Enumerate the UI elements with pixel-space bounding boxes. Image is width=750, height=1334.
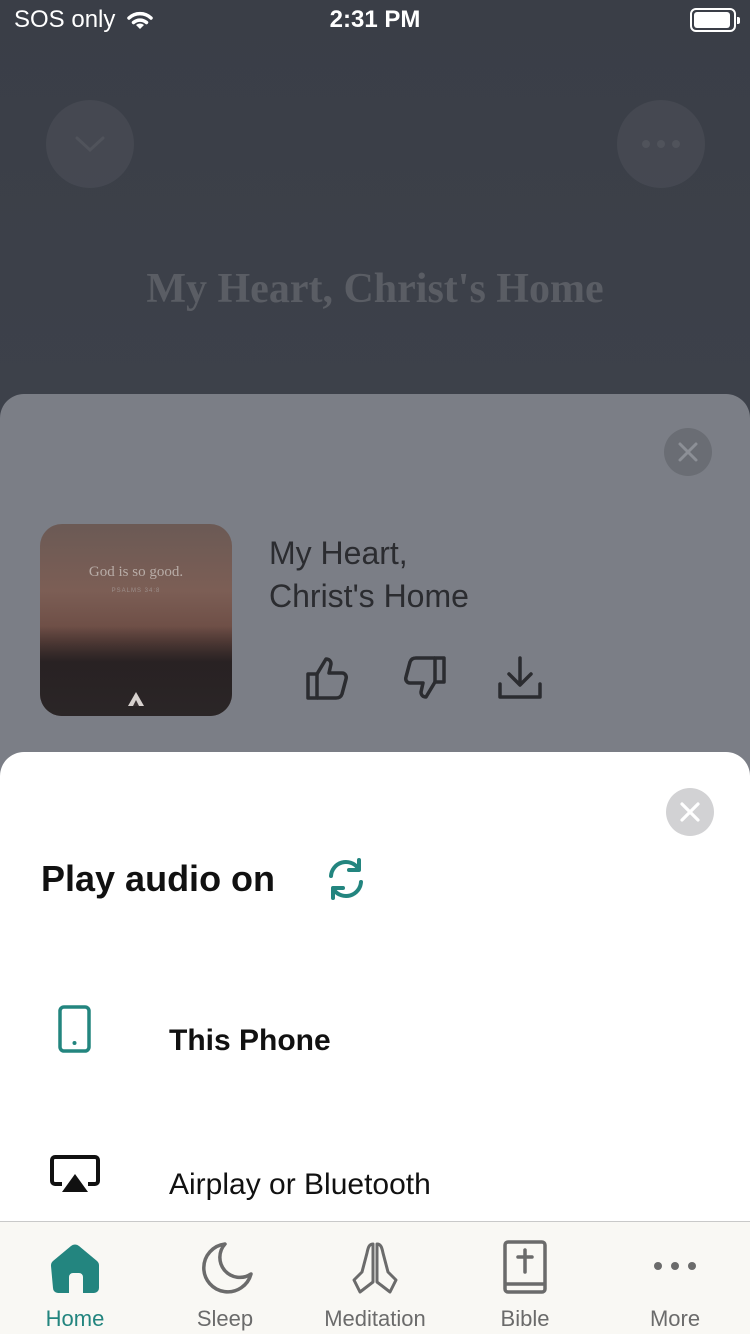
dislike-button[interactable] [398,652,450,704]
bible-icon [503,1240,547,1294]
battery-icon [690,8,740,32]
airplay-icon [50,1155,100,1192]
tab-bible[interactable]: Bible [450,1222,600,1334]
ellipsis-icon [642,140,680,148]
tab-label: Home [45,1306,105,1331]
player-title: My Heart, Christ's Home [146,266,604,312]
tab-sleep[interactable]: Sleep [150,1222,300,1334]
artwork-text: God is so good. [88,564,184,580]
output-option-label: This Phone [169,1024,331,1057]
output-option-airplay[interactable]: Airplay or Bluetooth [0,1140,750,1230]
status-bar: SOS only 2:31 PM [0,0,750,42]
tab-home[interactable]: Home [0,1222,150,1334]
audio-sheet-title: Play audio on [41,858,276,899]
player-options-button[interactable] [617,100,705,188]
output-option-this-phone[interactable]: This Phone [0,996,750,1086]
artwork-subtext: PSALMS 34:8 [111,588,161,594]
track-actions [0,652,750,704]
track-title: My Heart, Christ's Home [269,532,689,618]
track-title-line1: My Heart, [269,535,408,571]
now-playing-close-button[interactable] [664,428,712,476]
collapse-player-button[interactable] [46,100,134,188]
refresh-icon[interactable] [323,856,369,902]
tab-meditation[interactable]: Meditation [300,1222,450,1334]
thumbs-up-icon [306,657,348,700]
audio-sheet-close-button[interactable] [666,788,714,836]
track-title-line2: Christ's Home [269,578,469,614]
home-icon [50,1244,100,1293]
output-option-label: Airplay or Bluetooth [169,1168,431,1201]
more-icon [654,1262,696,1270]
moon-icon [202,1242,253,1294]
tab-label: Bible [500,1306,550,1331]
tab-label: Sleep [196,1306,254,1331]
tab-more[interactable]: More [600,1222,750,1334]
phone-icon [58,1005,91,1053]
download-button[interactable] [494,652,546,704]
tab-label: Meditation [324,1306,426,1331]
thumbs-down-icon [404,656,446,699]
like-button[interactable] [302,652,354,704]
tab-label: More [649,1306,701,1331]
download-icon [498,656,542,699]
status-time: 2:31 PM [329,6,421,33]
close-icon [680,802,700,822]
chevron-down-icon [75,136,105,153]
tab-bar: Home Sleep Meditation Bible More [0,1221,750,1334]
close-icon [678,442,698,462]
praying-hands-icon [352,1242,398,1294]
